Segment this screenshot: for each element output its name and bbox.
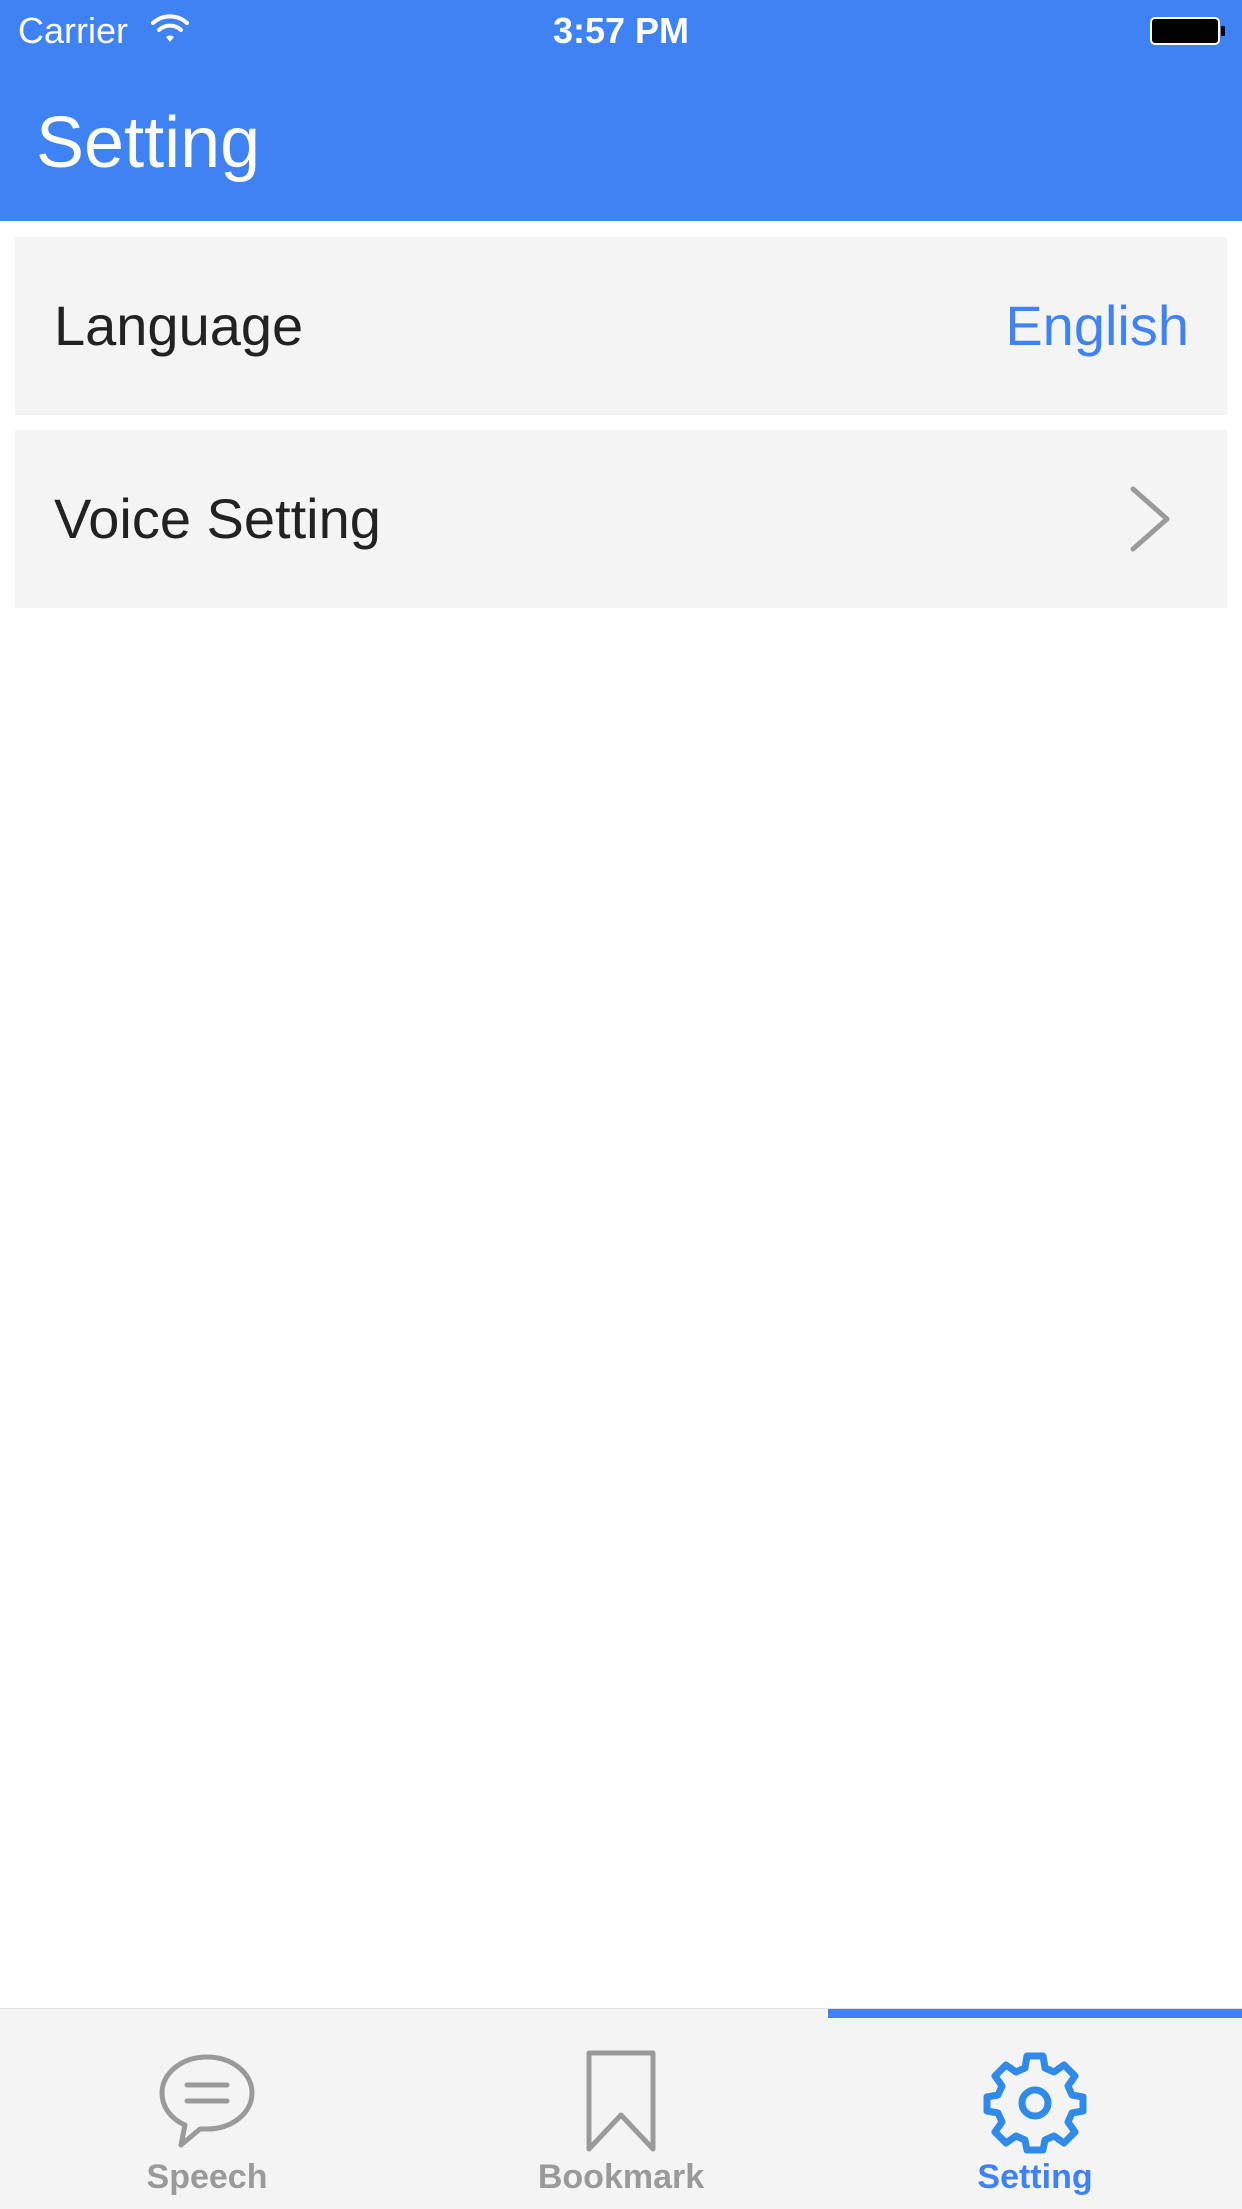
speech-bubble-icon	[159, 2054, 255, 2148]
tab-setting-label: Setting	[977, 2158, 1093, 2196]
tab-setting[interactable]: Setting	[828, 2009, 1242, 2209]
navigation-header: Carrier 3:57 PM Setting	[0, 0, 1242, 221]
tab-bookmark[interactable]: Bookmark	[414, 2009, 828, 2209]
page-title: Setting	[36, 103, 261, 183]
tab-bar: Speech Bookmark Setting	[0, 2008, 1242, 2209]
gear-icon	[983, 2052, 1087, 2154]
language-value: English	[1005, 294, 1189, 357]
tab-speech-label: Speech	[146, 2158, 268, 2196]
voice-setting-row[interactable]: Voice Setting	[15, 430, 1227, 608]
tab-bookmark-label: Bookmark	[537, 2158, 705, 2196]
chevron-right-icon	[1130, 486, 1170, 552]
voice-setting-label: Voice Setting	[54, 487, 381, 550]
bookmark-icon	[586, 2050, 656, 2152]
battery-icon	[1150, 17, 1225, 45]
tab-speech[interactable]: Speech	[0, 2009, 414, 2209]
language-row[interactable]: Language English	[15, 237, 1227, 415]
status-time: 3:57 PM	[552, 10, 690, 51]
language-label: Language	[54, 294, 304, 357]
status-bar: Carrier 3:57 PM	[0, 0, 1242, 60]
